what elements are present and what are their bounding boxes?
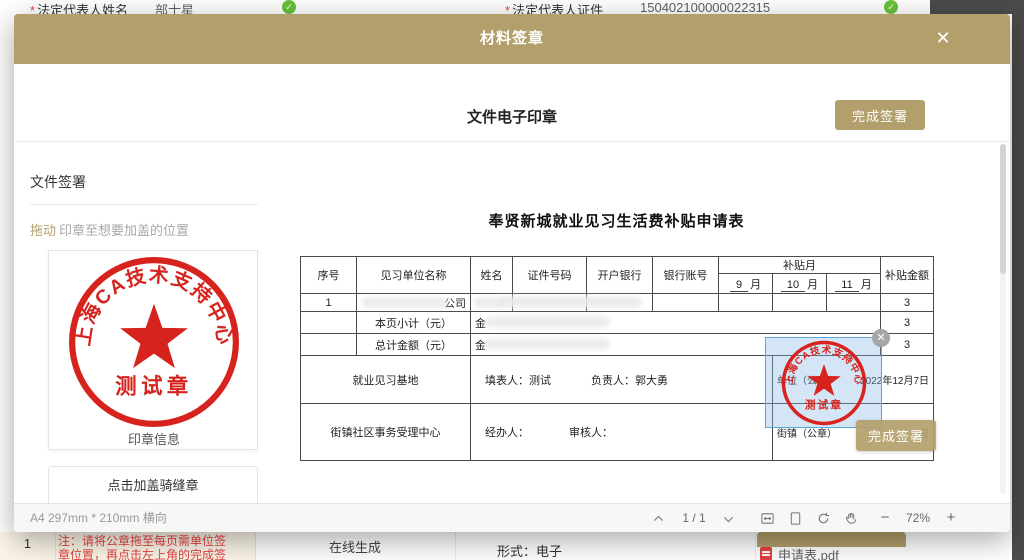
note-text: 注：请将公章拖至每页需单位签 章位置，再点击左上角的完成签: [58, 534, 227, 560]
page-indicator: 1 / 1: [682, 511, 706, 525]
check-icon: ✓: [282, 0, 296, 14]
col-header: 姓名: [470, 256, 513, 294]
stamp-draggable[interactable]: 上海CA技术支持中心 测试章 印章信息: [48, 250, 258, 450]
redaction-smudge: [498, 296, 642, 308]
cell-center-label: 街镇社区事务受理中心: [300, 403, 471, 461]
stamp-name-text: 测试章: [115, 374, 192, 399]
pdf-toolbar: A4 297mm * 210mm 横向 1 / 1 − 72% +: [14, 503, 1010, 532]
zoom-out-icon[interactable]: −: [876, 504, 894, 533]
close-icon[interactable]: ✕: [926, 14, 960, 64]
modal-title: 材料签章: [479, 30, 544, 47]
screen: * 法定代表人姓名 部士星 ✓ * 法定代表人证件 1504021000000223…: [0, 0, 1024, 560]
col-header-months: 补贴月: [717, 256, 882, 274]
finish-sign-overlay-button[interactable]: 完成签署: [856, 420, 936, 451]
cell-subtotal-label: 本页小计（元）: [356, 311, 471, 334]
format-cell: 形式：电子: [497, 544, 563, 559]
col-header: 序号: [300, 256, 357, 294]
cell-amount: 3: [880, 293, 935, 312]
redaction-smudge: [485, 316, 610, 328]
col-header: 银行账号: [652, 256, 719, 294]
material-sign-modal: 材料签章 ✕ 文件电子印章 完成签署 文件签署 拖动 印章至想要加盖的位置 上海C…: [14, 14, 1010, 532]
modal-body: 文件电子印章 完成签署 文件签署 拖动 印章至想要加盖的位置 上海CA技术支持中心…: [14, 64, 1010, 503]
field-label-legal-id: * 法定代表人证件: [505, 0, 603, 14]
auditor-label: 审核人：: [569, 427, 613, 439]
cell-empty: [300, 311, 357, 334]
redaction-smudge: [362, 297, 448, 308]
modal-header: 材料签章 ✕: [14, 14, 1010, 64]
file-name-link[interactable]: 申请表.pdf: [778, 545, 839, 560]
divider: [30, 204, 258, 205]
seam-stamp-button[interactable]: 点击加盖骑缝章: [48, 466, 258, 503]
col-header: 证件号码: [512, 256, 587, 294]
divider: [55, 532, 56, 560]
manager-name: 负责人：郭大勇: [591, 374, 668, 387]
check-icon: ✓: [884, 0, 898, 14]
field-value-legal-name: 部士星: [155, 3, 195, 14]
backdrop-right-edge: [1012, 0, 1024, 560]
hand-tool-icon[interactable]: [844, 511, 859, 526]
stamp-name-text: 测试章: [805, 399, 843, 412]
month-header: 9月: [718, 273, 773, 294]
cell-base-people: 填表人：测试 负责人：郭大勇: [470, 355, 773, 404]
zoom-in-icon[interactable]: +: [942, 504, 960, 533]
col-header: 补贴金额: [880, 256, 935, 294]
drag-hint: 拖动 印章至想要加盖的位置: [30, 223, 190, 238]
generate-mode-cell: 在线生成: [328, 540, 381, 555]
cell-month: [718, 293, 773, 312]
backdrop-top-right: [930, 0, 1024, 14]
cell-account: [652, 293, 719, 312]
fit-width-icon[interactable]: [760, 511, 775, 526]
operator-label: 经办人：: [485, 427, 529, 439]
divider: [755, 532, 756, 560]
drag-hint-keyword: 拖动: [30, 223, 57, 238]
zoom-level: 72%: [905, 511, 931, 525]
field-value-legal-id: 150402100000022315: [640, 0, 771, 14]
finish-sign-button[interactable]: 完成签署: [835, 100, 925, 130]
required-asterisk: *: [30, 3, 36, 14]
row-number: 1: [23, 536, 32, 551]
cell-month: [772, 293, 827, 312]
document-scrollbar[interactable]: [1000, 144, 1006, 494]
cell-month: [825, 293, 882, 312]
redaction-smudge: [485, 338, 610, 350]
cell-subtotal-amount: 3: [880, 311, 935, 334]
pdf-file-icon: [760, 547, 772, 560]
placed-stamp-icon: 上海CA技术支持中心 测试章: [781, 340, 867, 426]
required-asterisk: *: [505, 3, 511, 14]
company-stamp-icon: 上海CA技术支持中心 测试章: [69, 257, 239, 427]
placed-stamp-selection[interactable]: 上海CA技术支持中心 测试章 ✕: [765, 329, 890, 428]
background-table-row: 1 注：请将公章拖至每页需单位签 章位置，再点击左上角的完成签 在线生成 形式：…: [0, 532, 1012, 560]
month-header: 11 月: [825, 273, 882, 294]
paper-size-label: A4 297mm * 210mm 横向: [30, 511, 167, 525]
page-down-icon[interactable]: [722, 513, 737, 528]
fit-page-icon[interactable]: [788, 511, 803, 526]
cell-empty: [300, 333, 357, 356]
field-label-legal-name: * 法定代表人姓名: [30, 0, 128, 14]
cell-row-no: 1: [300, 293, 357, 312]
col-header: 见习单位名称: [356, 256, 471, 294]
col-header: 开户银行: [586, 256, 653, 294]
cell-base-label: 就业见习基地: [300, 355, 471, 404]
document-title: 奉贤新城就业见习生活费补贴申请表: [488, 213, 745, 230]
cell-center-people: 经办人： 审核人：: [470, 403, 773, 461]
month-header: 10 月: [772, 273, 827, 294]
remove-stamp-icon[interactable]: ✕: [872, 329, 890, 347]
cell-total-label: 总计金额（元）: [356, 333, 471, 356]
page-up-icon[interactable]: [652, 512, 667, 527]
background-form-row: * 法定代表人姓名 部士星 ✓ * 法定代表人证件 1504021000000223…: [0, 0, 1024, 14]
filler-name: 填表人：测试: [485, 374, 551, 387]
divider: [455, 532, 456, 560]
stamp-caption: 印章信息: [127, 432, 180, 447]
panel-title: 文件签署: [30, 174, 86, 190]
divider: [14, 141, 1010, 142]
rotate-icon[interactable]: [816, 511, 831, 526]
scrollbar-thumb[interactable]: [1000, 144, 1006, 274]
